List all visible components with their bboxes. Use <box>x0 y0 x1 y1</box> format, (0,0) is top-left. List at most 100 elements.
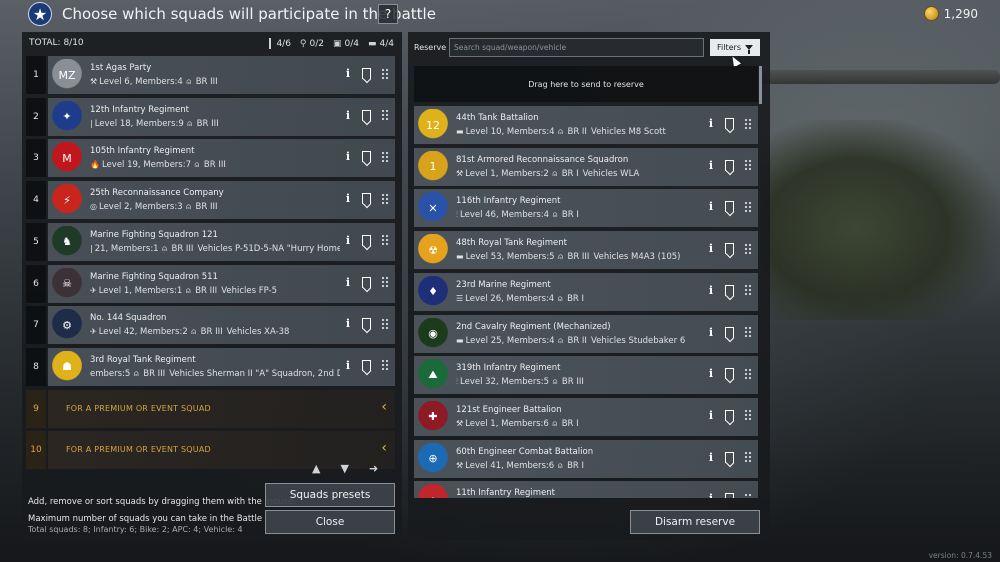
filters-label: Filters <box>717 43 741 52</box>
reserve-squad-row[interactable]: ◉ 2nd Cavalry Regiment (Mechanized) ▬ Level… <box>414 314 758 353</box>
squad-card[interactable]: ⚡ 25th Reconnaissance Company ◎ Level 2, Me… <box>48 181 395 220</box>
bookmark-icon[interactable] <box>725 243 734 255</box>
drag-handle-icon[interactable] <box>744 117 752 130</box>
disarm-reserve-button[interactable]: Disarm reserve <box>630 510 760 534</box>
filters-button[interactable]: Filters <box>710 39 760 56</box>
info-icon[interactable]: i <box>344 359 352 372</box>
squad-name: 116th Infantry Regiment <box>456 196 561 207</box>
drag-handle-icon[interactable] <box>381 276 389 288</box>
squad-details: ⚒ Level 41, Members:6 ⍝ BR I <box>456 461 584 471</box>
chevron-left-icon[interactable]: ‹ <box>381 440 387 456</box>
drag-handle-icon[interactable] <box>744 409 752 422</box>
bookmark-icon[interactable] <box>725 159 734 171</box>
squad-row[interactable]: 5 ♞ Marine Fighting Squadron 121 | 21, Membe… <box>26 222 395 261</box>
drag-handle-icon[interactable] <box>744 367 752 380</box>
squad-card[interactable]: ♞ Marine Fighting Squadron 121 | 21, Member… <box>48 222 395 261</box>
squad-card[interactable]: MZ 1st Agas Party ⚒ Level 6, Members:4 ⍝ BR… <box>48 56 395 94</box>
reserve-squad-row[interactable]: ♦ 23rd Marine Regiment ☰ Level 26, Members:… <box>414 272 758 311</box>
info-icon[interactable]: i <box>707 200 715 213</box>
search-input[interactable] <box>449 38 704 57</box>
bookmark-icon[interactable] <box>725 368 734 380</box>
squad-row[interactable]: 7 ⚙ No. 144 Squadron ✈ Level 42, Members:2 ⍝… <box>26 306 395 345</box>
squad-row[interactable]: 6 ☠ Marine Fighting Squadron 511 ✈ Level 1, … <box>26 264 395 303</box>
reserve-squad-row[interactable]: 12 44th Tank Battalion ▬ Level 10, Members:… <box>414 106 758 144</box>
bookmark-icon[interactable] <box>362 193 371 205</box>
reserve-squad-row[interactable]: ✕ 116th Infantry Regiment ⫶ Level 46, Membe… <box>414 189 758 228</box>
bookmark-icon[interactable] <box>362 276 371 288</box>
premium-slot-card[interactable]: FOR A PREMIUM OR EVENT SQUAD ‹ <box>48 389 395 428</box>
bookmark-icon[interactable] <box>725 493 734 498</box>
drag-handle-icon[interactable] <box>381 109 389 122</box>
drag-handle-icon[interactable] <box>381 317 389 330</box>
help-button[interactable]: ? <box>378 4 398 24</box>
info-icon[interactable]: i <box>344 317 352 330</box>
bookmark-icon[interactable] <box>362 318 371 330</box>
bookmark-icon[interactable] <box>725 451 734 463</box>
info-icon[interactable]: i <box>707 159 715 172</box>
move-down-icon[interactable]: ▼ <box>340 462 348 475</box>
info-icon[interactable]: i <box>344 67 352 80</box>
drag-handle-icon[interactable] <box>744 451 752 464</box>
reserve-squad-row[interactable]: ✚ 121st Engineer Battalion ⚒ Level 1, Membe… <box>414 397 758 436</box>
info-icon[interactable]: i <box>344 276 352 289</box>
info-icon[interactable]: i <box>344 109 352 122</box>
info-icon[interactable]: i <box>344 234 352 247</box>
info-icon[interactable]: i <box>344 192 352 205</box>
drag-handle-icon[interactable] <box>744 284 752 297</box>
chevron-left-icon[interactable]: ‹ <box>381 399 387 415</box>
move-right-icon[interactable]: ➜ <box>369 462 378 475</box>
squad-card[interactable]: ☗ 3rd Royal Tank Regiment embers:5 ⍝ BR II… <box>48 347 395 386</box>
info-icon[interactable]: i <box>707 492 715 498</box>
info-icon[interactable]: i <box>707 367 715 380</box>
squad-card[interactable]: ✦ 12th Infantry Regiment | Level 18, Member… <box>48 97 395 136</box>
squad-emblem-icon: ♦ <box>418 275 448 308</box>
drag-handle-icon[interactable] <box>744 159 752 172</box>
info-icon[interactable]: i <box>707 242 715 255</box>
squad-card[interactable]: ☠ Marine Fighting Squadron 511 ✈ Level 1, M… <box>48 264 395 303</box>
squad-row[interactable]: 2 ✦ 12th Infantry Regiment | Level 18, Membe… <box>26 97 395 136</box>
squad-row[interactable]: 8 ☗ 3rd Royal Tank Regiment embers:5 ⍝ BR I… <box>26 347 395 386</box>
squad-row[interactable]: 3 M 105th Infantry Regiment 🔥 Level 19, Memb… <box>26 139 395 178</box>
drag-handle-icon[interactable] <box>744 242 752 255</box>
move-up-icon[interactable]: ▲ <box>312 462 320 475</box>
bookmark-icon[interactable] <box>725 118 734 129</box>
bookmark-icon[interactable] <box>725 409 734 421</box>
drag-handle-icon[interactable] <box>744 326 752 338</box>
info-icon[interactable]: i <box>707 284 715 297</box>
bookmark-icon[interactable] <box>362 151 371 163</box>
bookmark-icon[interactable] <box>362 109 371 121</box>
drag-handle-icon[interactable] <box>744 200 752 213</box>
drag-handle-icon[interactable] <box>381 359 389 372</box>
bookmark-icon[interactable] <box>725 201 734 213</box>
bookmark-icon[interactable] <box>362 68 371 79</box>
drag-handle-icon[interactable] <box>381 150 389 163</box>
info-icon[interactable]: i <box>707 117 715 130</box>
reserve-squad-row[interactable]: 1 81st Armored Reconnaissance Squadron ⚒ Le… <box>414 147 758 186</box>
bookmark-icon[interactable] <box>362 234 371 246</box>
info-icon[interactable]: i <box>707 409 715 422</box>
squad-row[interactable]: 4 ⚡ 25th Reconnaissance Company ◎ Level 2, M… <box>26 181 395 220</box>
bookmark-icon[interactable] <box>725 284 734 296</box>
squad-br: BR III <box>567 252 590 263</box>
info-icon[interactable]: i <box>707 326 715 339</box>
reserve-scrollbar[interactable] <box>759 66 762 104</box>
reserve-drop-zone[interactable]: Drag here to send to reserve <box>414 66 758 102</box>
reserve-squad-row[interactable]: ☢ 48th Royal Tank Regiment ▬ Level 53, Memb… <box>414 231 758 270</box>
info-icon[interactable]: i <box>344 150 352 163</box>
reserve-squad-row[interactable]: ⊕ 60th Engineer Combat Battalion ⚒ Level 41… <box>414 439 758 478</box>
info-icon[interactable]: i <box>707 451 715 464</box>
drag-handle-icon[interactable] <box>381 67 389 80</box>
squad-card[interactable]: M 105th Infantry Regiment 🔥 Level 19, Membe… <box>48 139 395 178</box>
premium-slot-row[interactable]: 9 FOR A PREMIUM OR EVENT SQUAD ‹ <box>26 389 395 428</box>
close-button[interactable]: Close <box>265 510 395 534</box>
bookmark-icon[interactable] <box>362 359 371 371</box>
drag-handle-icon[interactable] <box>381 234 389 247</box>
squad-row[interactable]: 1 MZ 1st Agas Party ⚒ Level 6, Members:4 ⍝ B… <box>26 56 395 94</box>
reserve-squad-row[interactable]: ⛰ 319th Infantry Regiment ⫶ Level 32, Membe… <box>414 356 758 395</box>
drag-handle-icon[interactable] <box>381 192 389 205</box>
reserve-squad-row[interactable]: ▲ 11th Infantry Regiment i <box>414 481 758 498</box>
bookmark-icon[interactable] <box>725 326 734 338</box>
squad-card[interactable]: ⚙ No. 144 Squadron ✈ Level 42, Members:2 ⍝ … <box>48 306 395 345</box>
drag-handle-icon[interactable] <box>744 492 752 498</box>
squads-presets-button[interactable]: Squads presets <box>265 483 395 507</box>
